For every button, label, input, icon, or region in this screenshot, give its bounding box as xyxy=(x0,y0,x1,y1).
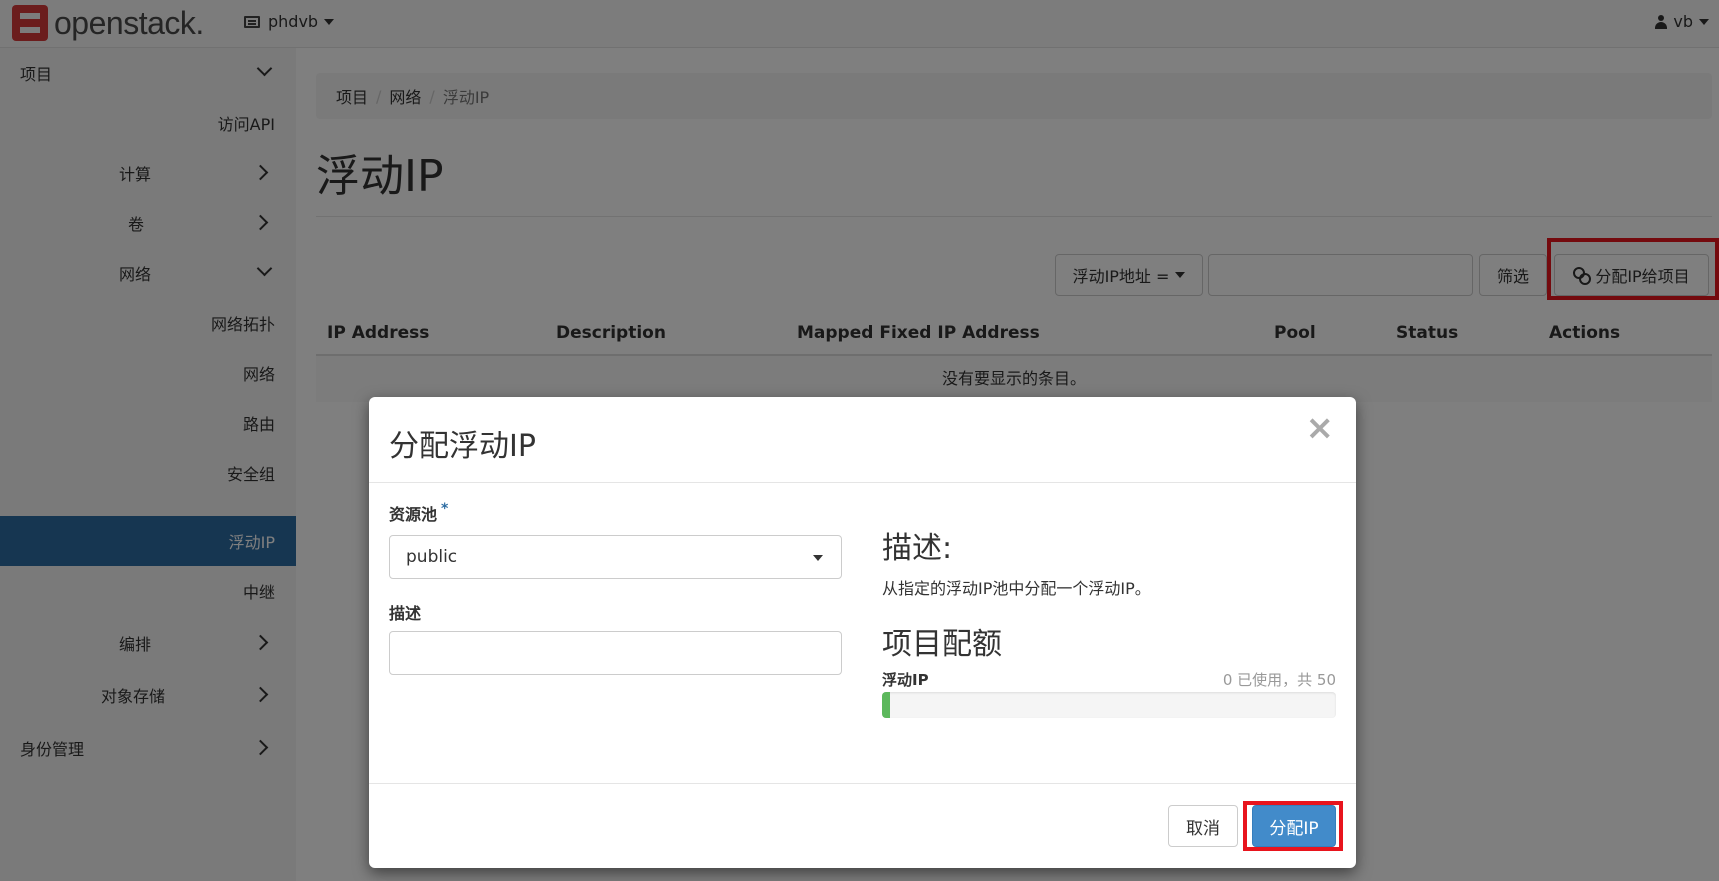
caret-down-icon xyxy=(813,555,823,561)
description-input[interactable] xyxy=(389,631,842,675)
quota-usage: 0 已使用，共 50 xyxy=(1222,671,1336,689)
close-icon[interactable]: × xyxy=(1306,411,1335,445)
required-mark: * xyxy=(441,501,449,517)
quota-heading: 项目配额 xyxy=(882,627,1002,662)
modal-footer: 取消 分配IP xyxy=(369,783,1356,868)
quota-progress-fill xyxy=(882,692,890,718)
help-text: 从指定的浮动IP池中分配一个浮动IP。 xyxy=(882,579,1151,598)
description-label: 描述 xyxy=(389,604,422,623)
quota-progress-bar xyxy=(882,692,1336,718)
modal-title: 分配浮动IP xyxy=(389,429,536,464)
pool-label-text: 资源池 xyxy=(389,505,438,524)
allocate-floating-ip-dialog: 分配浮动IP × 资源池 * public 描述 描述: 从指定的浮动IP池中分配… xyxy=(369,397,1356,868)
pool-select-value: public xyxy=(406,547,458,567)
pool-label: 资源池 * xyxy=(389,501,448,525)
pool-select[interactable]: public xyxy=(389,535,842,579)
help-heading: 描述: xyxy=(882,531,953,566)
modal-header: 分配浮动IP × xyxy=(369,397,1356,483)
highlight-box xyxy=(1243,801,1343,851)
quota-label: 浮动IP xyxy=(882,671,929,689)
cancel-button[interactable]: 取消 xyxy=(1168,805,1238,847)
